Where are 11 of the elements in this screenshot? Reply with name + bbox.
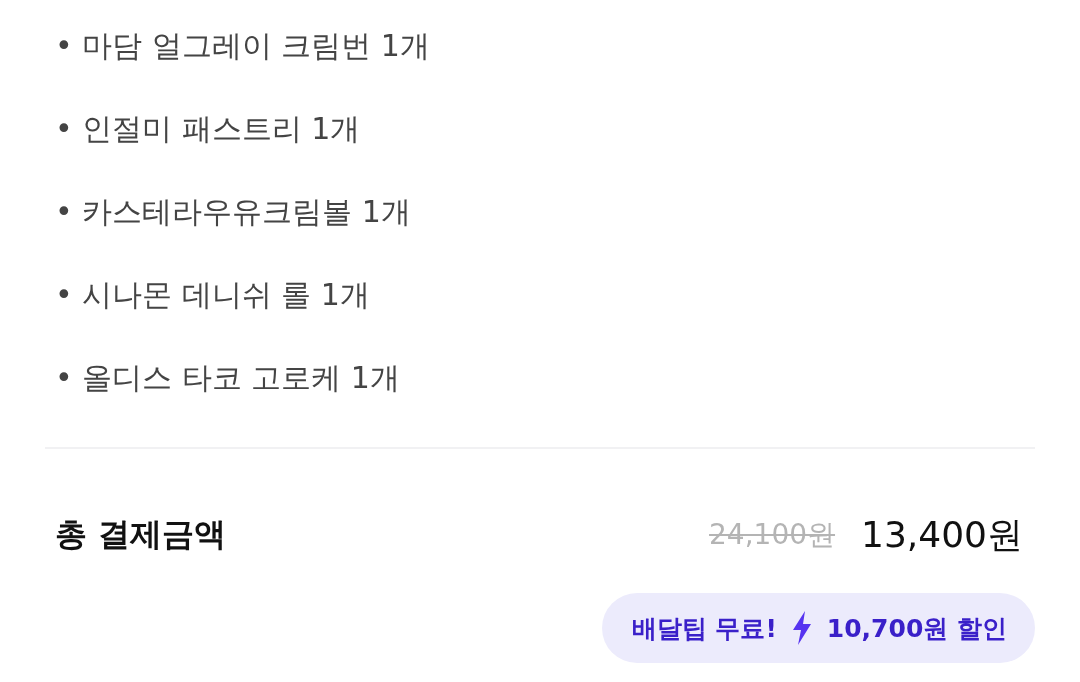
total-label: 총 결제금액 — [55, 514, 227, 555]
order-item-text: • 마담 얼그레이 크림번 1개 — [55, 27, 430, 65]
discount-text: 10,700원 할인 — [826, 612, 1007, 645]
original-price: 24,100원 — [709, 517, 836, 553]
order-item-text: • 인절미 패스트리 1개 — [55, 110, 361, 148]
free-delivery-text: 배달팁 무료! — [631, 612, 777, 645]
order-item-text: • 카스테라우유크림볼 1개 — [55, 193, 411, 231]
order-item-text: • 올디스 타코 고로케 1개 — [55, 359, 400, 397]
final-price: 13,400원 — [861, 512, 1023, 557]
order-item-text: • 시나몬 데니쉬 롤 1개 — [55, 276, 370, 314]
lightning-icon — [791, 611, 812, 645]
